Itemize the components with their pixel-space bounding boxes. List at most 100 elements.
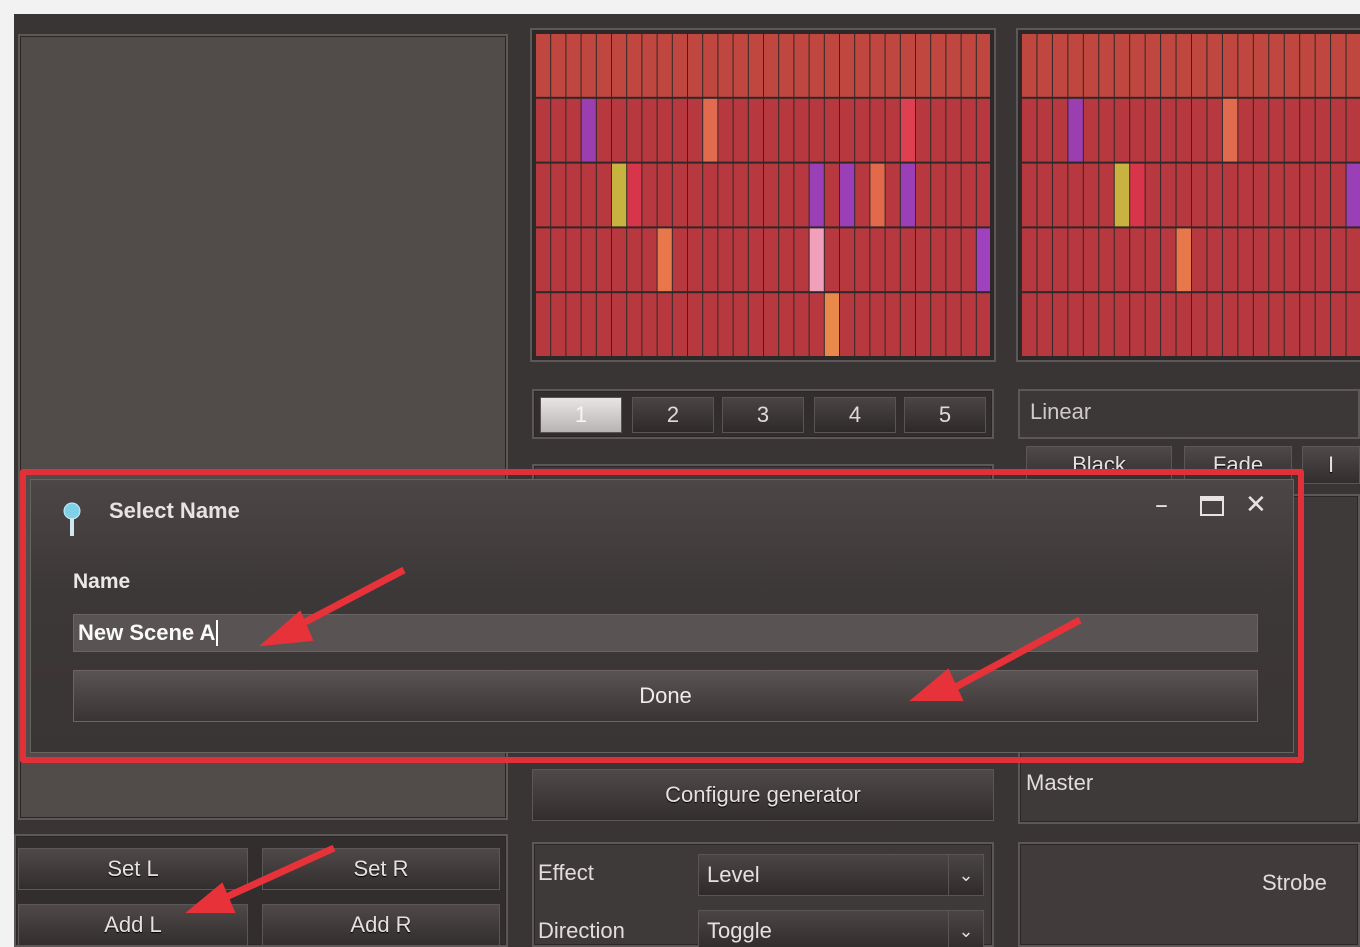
grid-cell[interactable] (794, 228, 809, 292)
grid-cell[interactable] (976, 34, 991, 97)
grid-cell[interactable] (1114, 98, 1130, 162)
grid-cell[interactable] (718, 293, 733, 356)
grid-cell[interactable] (1315, 163, 1331, 227)
grid-cell[interactable] (1222, 163, 1238, 227)
grid-cell[interactable] (1022, 228, 1037, 292)
grid-cell[interactable] (536, 228, 551, 292)
grid-cell[interactable] (855, 228, 870, 292)
grid-cell[interactable] (612, 34, 627, 97)
grid-cell[interactable] (779, 228, 794, 292)
grid-cell[interactable] (764, 228, 779, 292)
grid-cell[interactable] (1037, 34, 1052, 97)
grid-cell[interactable] (1114, 34, 1130, 97)
grid-cell[interactable] (703, 34, 718, 97)
grid-cell[interactable] (870, 34, 885, 97)
grid-cell[interactable] (1083, 34, 1099, 97)
grid-cell[interactable] (551, 98, 566, 162)
grid-cell[interactable] (596, 228, 611, 292)
grid-cell[interactable] (1238, 228, 1253, 292)
grid-cell-active[interactable] (976, 228, 991, 292)
grid-cell[interactable] (1161, 163, 1176, 227)
grid-cell[interactable] (688, 98, 703, 162)
grid-cell[interactable] (1346, 98, 1360, 162)
grid-cell[interactable] (642, 228, 657, 292)
grid-cell[interactable] (794, 163, 809, 227)
grid-cell[interactable] (1207, 293, 1222, 356)
grid-cell[interactable] (642, 293, 657, 356)
grid-cell[interactable] (1022, 34, 1037, 97)
grid-cell[interactable] (1176, 163, 1191, 227)
configure-generator-button[interactable]: Configure generator (532, 769, 994, 821)
grid-cell[interactable] (1346, 228, 1360, 292)
grid-cell[interactable] (855, 163, 870, 227)
grid-cell[interactable] (916, 34, 931, 97)
effect-select[interactable]: Level ⌄ (698, 854, 984, 896)
grid-cell[interactable] (931, 228, 946, 292)
minimize-icon[interactable]: – (1155, 490, 1168, 520)
grid-cell-active[interactable] (1346, 163, 1360, 227)
grid-cell-active[interactable] (703, 98, 718, 162)
grid-cell-active[interactable] (809, 228, 824, 292)
grid-cell[interactable] (1284, 98, 1300, 162)
grid-cell[interactable] (703, 293, 718, 356)
grid-cell[interactable] (1331, 163, 1346, 227)
grid-cell[interactable] (1022, 293, 1037, 356)
grid-cell[interactable] (1176, 34, 1191, 97)
grid-cell[interactable] (870, 228, 885, 292)
grid-cell[interactable] (581, 293, 596, 356)
grid-cell[interactable] (748, 98, 763, 162)
grid-cell[interactable] (1269, 163, 1284, 227)
grid-cell[interactable] (1269, 293, 1284, 356)
grid-cell[interactable] (703, 163, 718, 227)
grid-cell[interactable] (885, 163, 900, 227)
grid-cell[interactable] (688, 293, 703, 356)
grid-cell[interactable] (809, 34, 824, 97)
grid-cell[interactable] (1331, 98, 1346, 162)
grid-cell[interactable] (1099, 163, 1114, 227)
grid-cell[interactable] (596, 98, 611, 162)
name-input[interactable]: New Scene A (73, 614, 1258, 652)
grid-cell[interactable] (718, 163, 733, 227)
grid-cell[interactable] (1269, 98, 1284, 162)
grid-cell[interactable] (1253, 293, 1269, 356)
grid-cell[interactable] (1068, 163, 1083, 227)
grid-cell-active[interactable] (1068, 98, 1083, 162)
grid-cell[interactable] (885, 293, 900, 356)
grid-cell[interactable] (657, 163, 672, 227)
grid-cell[interactable] (794, 34, 809, 97)
grid-cell[interactable] (1130, 293, 1145, 356)
grid-cell[interactable] (718, 228, 733, 292)
grid-cell[interactable] (779, 98, 794, 162)
grid-cell[interactable] (976, 98, 991, 162)
grid-cell[interactable] (642, 34, 657, 97)
grid-cell-active[interactable] (870, 163, 885, 227)
grid-cell[interactable] (748, 34, 763, 97)
grid-cell[interactable] (1192, 98, 1207, 162)
grid-cell[interactable] (642, 163, 657, 227)
grid-cell[interactable] (551, 228, 566, 292)
grid-cell[interactable] (1300, 228, 1315, 292)
grid-cell[interactable] (824, 34, 839, 97)
set-l-button[interactable]: Set L (18, 848, 248, 890)
tab-5[interactable]: 5 (904, 397, 986, 433)
grid-cell[interactable] (536, 163, 551, 227)
grid-cell-active[interactable] (840, 163, 855, 227)
grid-cell[interactable] (779, 163, 794, 227)
grid-cell[interactable] (1238, 34, 1253, 97)
grid-cell[interactable] (748, 228, 763, 292)
grid-cell[interactable] (566, 228, 581, 292)
grid-cell[interactable] (1315, 98, 1331, 162)
grid-cell[interactable] (870, 98, 885, 162)
grid-cell[interactable] (551, 34, 566, 97)
grid-cell[interactable] (1068, 228, 1083, 292)
grid-cell-active[interactable] (1130, 163, 1145, 227)
grid-cell[interactable] (1145, 98, 1161, 162)
grid-cell[interactable] (961, 293, 976, 356)
grid-cell[interactable] (779, 34, 794, 97)
grid-cell[interactable] (1037, 228, 1052, 292)
grid-cell[interactable] (688, 228, 703, 292)
grid-cell[interactable] (672, 163, 687, 227)
grid-cell[interactable] (779, 293, 794, 356)
grid-cell[interactable] (1315, 293, 1331, 356)
grid-cell-active[interactable] (809, 163, 824, 227)
